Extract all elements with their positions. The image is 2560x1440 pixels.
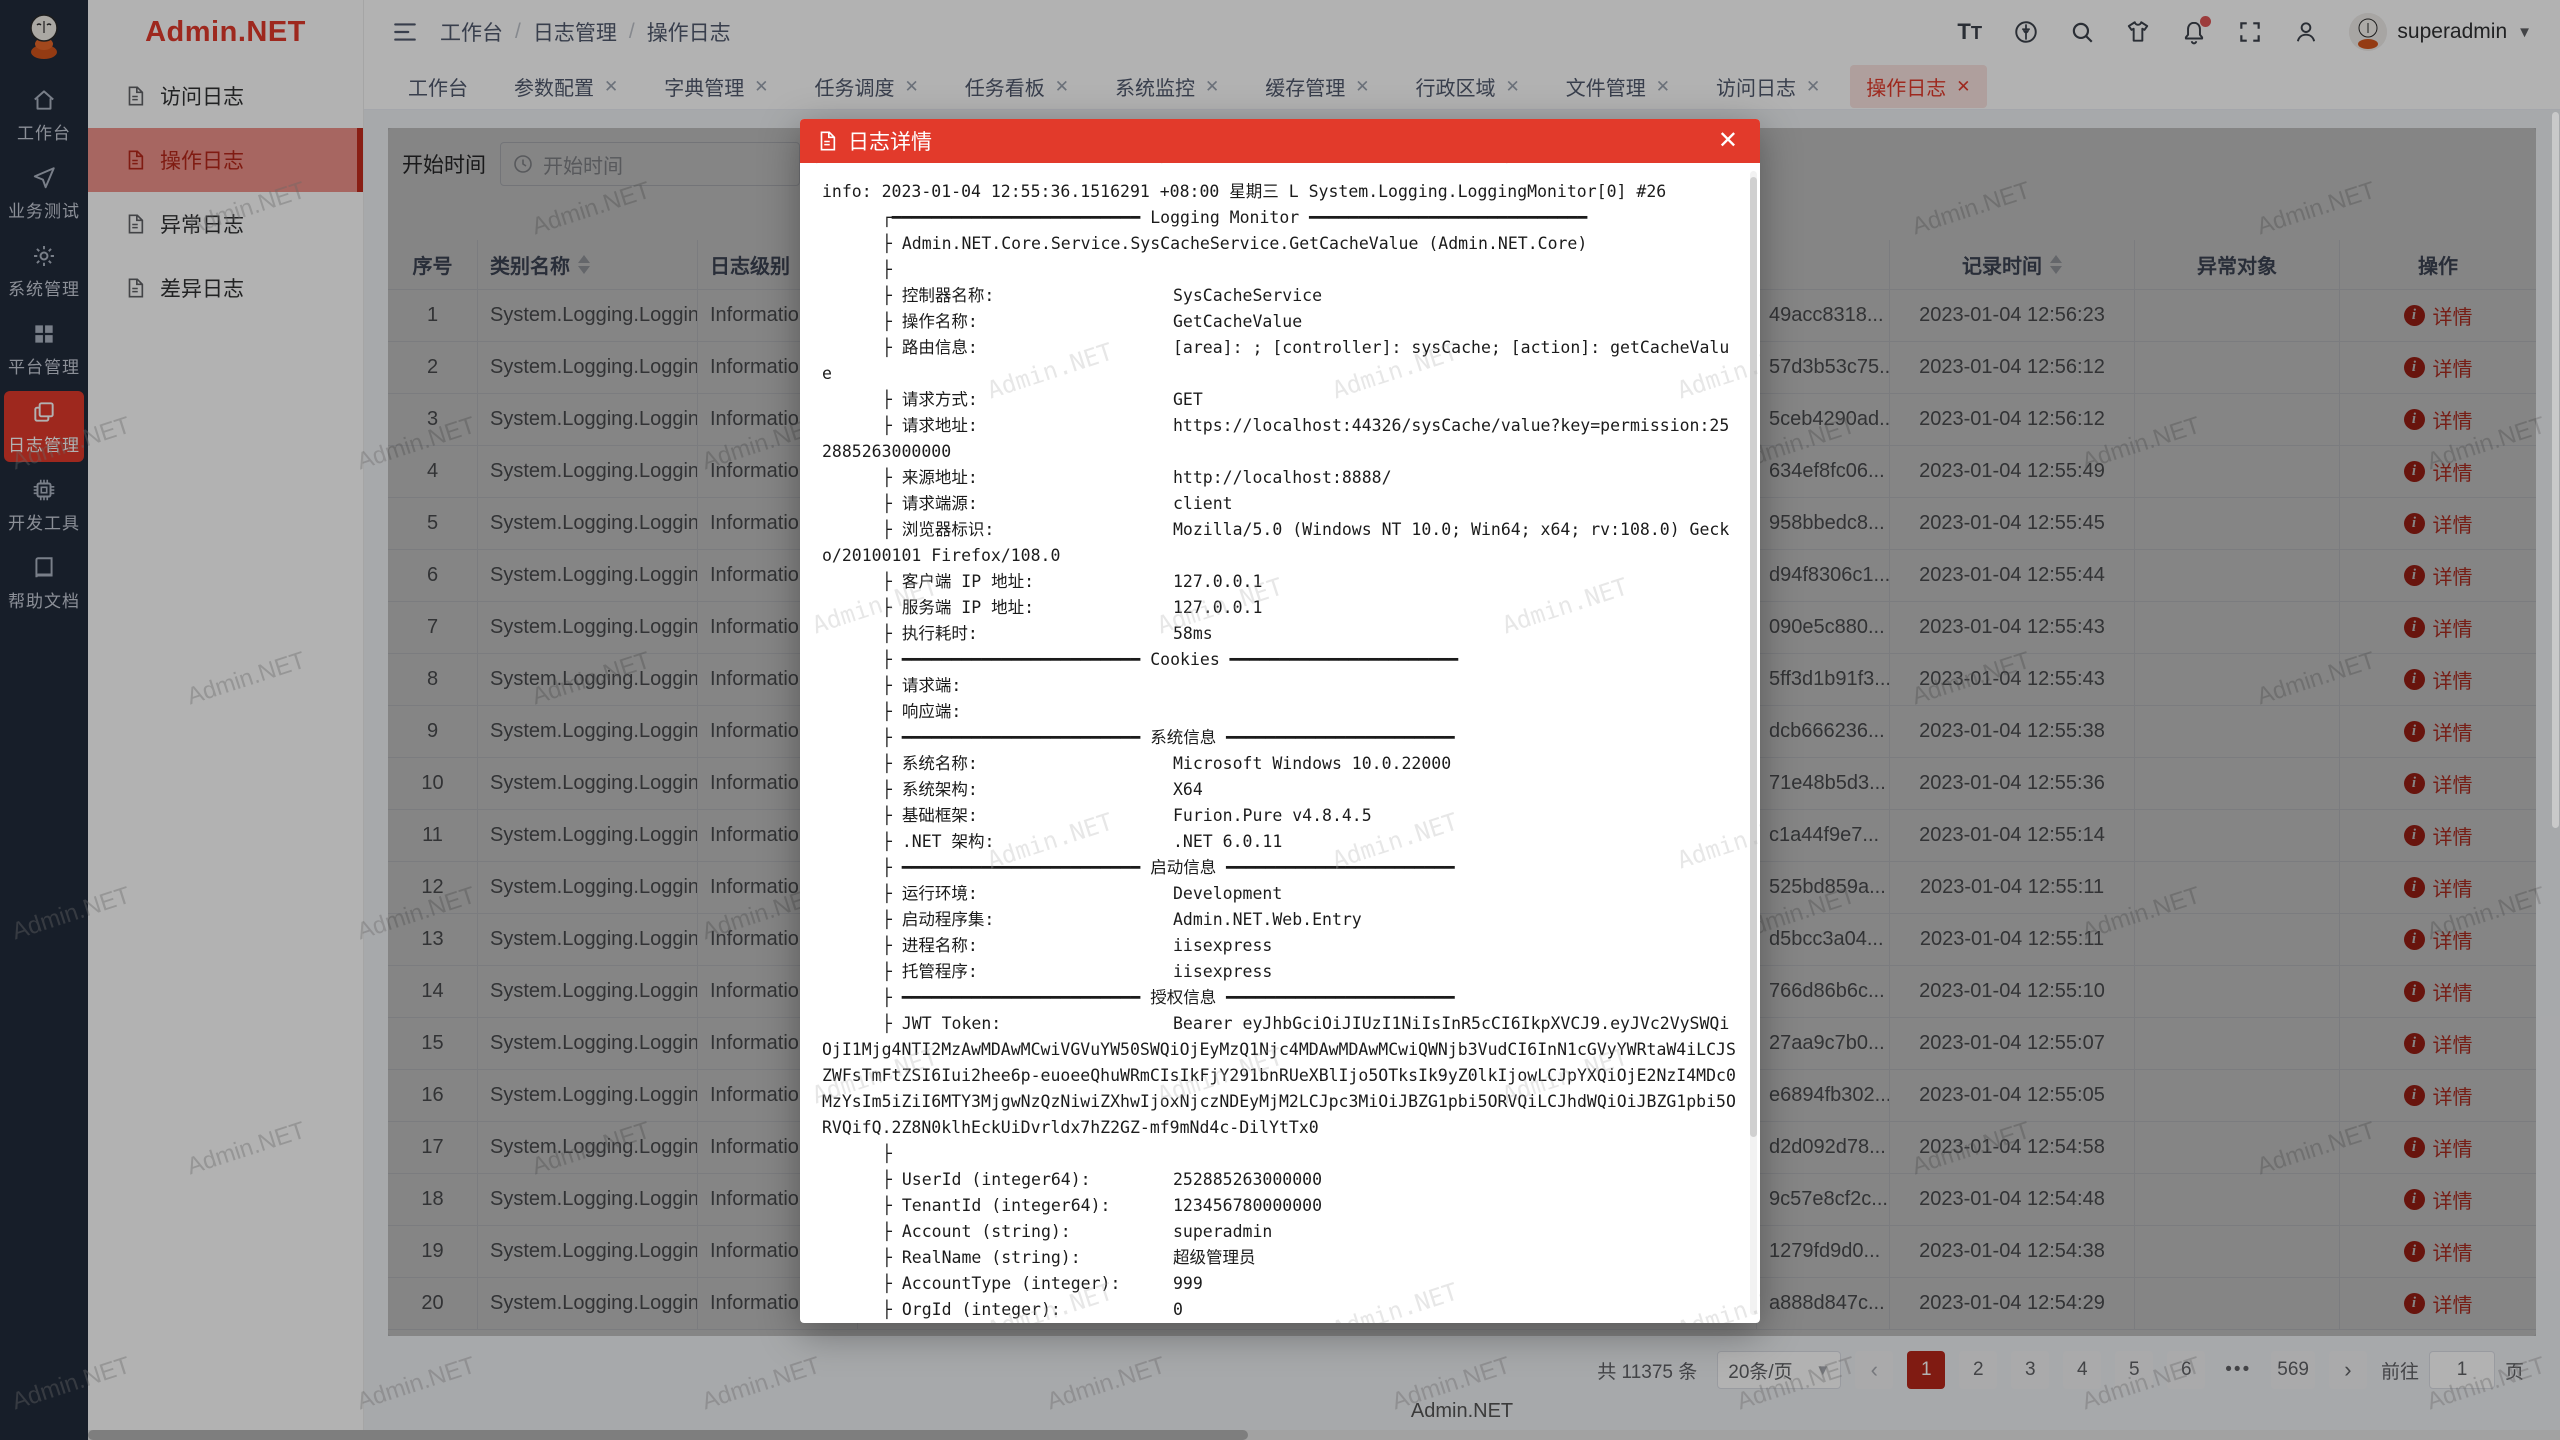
log-line: ├ 基础框架:Furion.Pure v4.8.4.5 [822,803,1738,829]
log-line: ├ 执行耗时:58ms [822,621,1738,647]
log-line: ├ 请求端: [822,673,1738,699]
log-line: ├ RealName (string):超级管理员 [822,1245,1738,1271]
log-line: info: 2023-01-04 12:55:36.1516291 +08:00… [822,179,1738,205]
dialog-body: info: 2023-01-04 12:55:36.1516291 +08:00… [800,163,1760,1323]
dialog-scrollbar[interactable] [1750,171,1757,1315]
log-detail-dialog: 日志详情 ✕ info: 2023-01-04 12:55:36.1516291… [800,119,1760,1323]
log-line: ┌━━━━━━━━━━━━━━━━━━━━━━━━━ Logging Monit… [822,205,1738,231]
log-line: ├ Admin.NET.Core.Service.SysCacheService… [822,231,1738,257]
log-line: ├ 托管程序:iisexpress [822,959,1738,985]
log-line: ├ 操作名称:GetCacheValue [822,309,1738,335]
document-icon [816,130,838,152]
log-line: ├ UserId (integer64):252885263000000 [822,1167,1738,1193]
log-line: ├ ━━━━━━━━━━━━━━━━━━━━━━━━ Cookies ━━━━━… [822,647,1738,673]
log-line: ├ 响应端: [822,699,1738,725]
close-icon[interactable]: ✕ [1712,127,1744,155]
log-line: ├ 请求方式:GET [822,387,1738,413]
log-line: ├ ━━━━━━━━━━━━━━━━━━━━━━━━ 授权信息 ━━━━━━━━… [822,985,1738,1011]
log-content: info: 2023-01-04 12:55:36.1516291 +08:00… [822,179,1738,1323]
log-line: ├ AccountType (integer):999 [822,1271,1738,1297]
dialog-header: 日志详情 ✕ [800,119,1760,163]
vertical-scrollbar-thumb[interactable] [2552,112,2559,828]
log-line: ├ OrgId (integer):0 [822,1297,1738,1323]
log-line: ├ 服务端 IP 地址:127.0.0.1 [822,595,1738,621]
log-line: ├ 系统名称:Microsoft Windows 10.0.22000 [822,751,1738,777]
log-line: ├ Account (string):superadmin [822,1219,1738,1245]
app-screen: 工作台业务测试系统管理平台管理日志管理开发工具帮助文档 Admin.NET 访问… [0,0,2560,1440]
log-line: ├ [822,257,1738,283]
watermark-text: Admin.NET [1499,163,1631,168]
log-line: ├ ━━━━━━━━━━━━━━━━━━━━━━━━ 系统信息 ━━━━━━━━… [822,725,1738,751]
log-line: ├ 路由信息:[area]: ; [controller]: sysCache;… [822,335,1738,387]
log-line: ├ TenantId (integer64):123456780000000 [822,1193,1738,1219]
log-line: ├ 运行环境:Development [822,881,1738,907]
log-line: ├ [822,1141,1738,1167]
watermark-text: Admin.NET [809,163,941,168]
log-line: ├ 启动程序集:Admin.NET.Web.Entry [822,907,1738,933]
log-line: ├ 请求端源:client [822,491,1738,517]
dialog-scrollbar-thumb[interactable] [1750,177,1757,1137]
log-line: ├ ━━━━━━━━━━━━━━━━━━━━━━━━ 启动信息 ━━━━━━━━… [822,855,1738,881]
log-line: ├ 客户端 IP 地址:127.0.0.1 [822,569,1738,595]
log-line: ├ 浏览器标识:Mozilla/5.0 (Windows NT 10.0; Wi… [822,517,1738,569]
log-line: ├ 系统架构:X64 [822,777,1738,803]
log-line: ├ .NET 架构:.NET 6.0.11 [822,829,1738,855]
log-line: ├ 请求地址:https://localhost:44326/sysCache/… [822,413,1738,465]
dialog-title: 日志详情 [848,126,932,156]
log-line: ├ 来源地址:http://localhost:8888/ [822,465,1738,491]
log-line: ├ 控制器名称:SysCacheService [822,283,1738,309]
watermark-text: Admin.NET [1154,163,1286,168]
log-line: ├ 进程名称:iisexpress [822,933,1738,959]
log-line: ├ JWT Token:Bearer eyJhbGciOiJIUzI1NiIsI… [822,1011,1738,1141]
